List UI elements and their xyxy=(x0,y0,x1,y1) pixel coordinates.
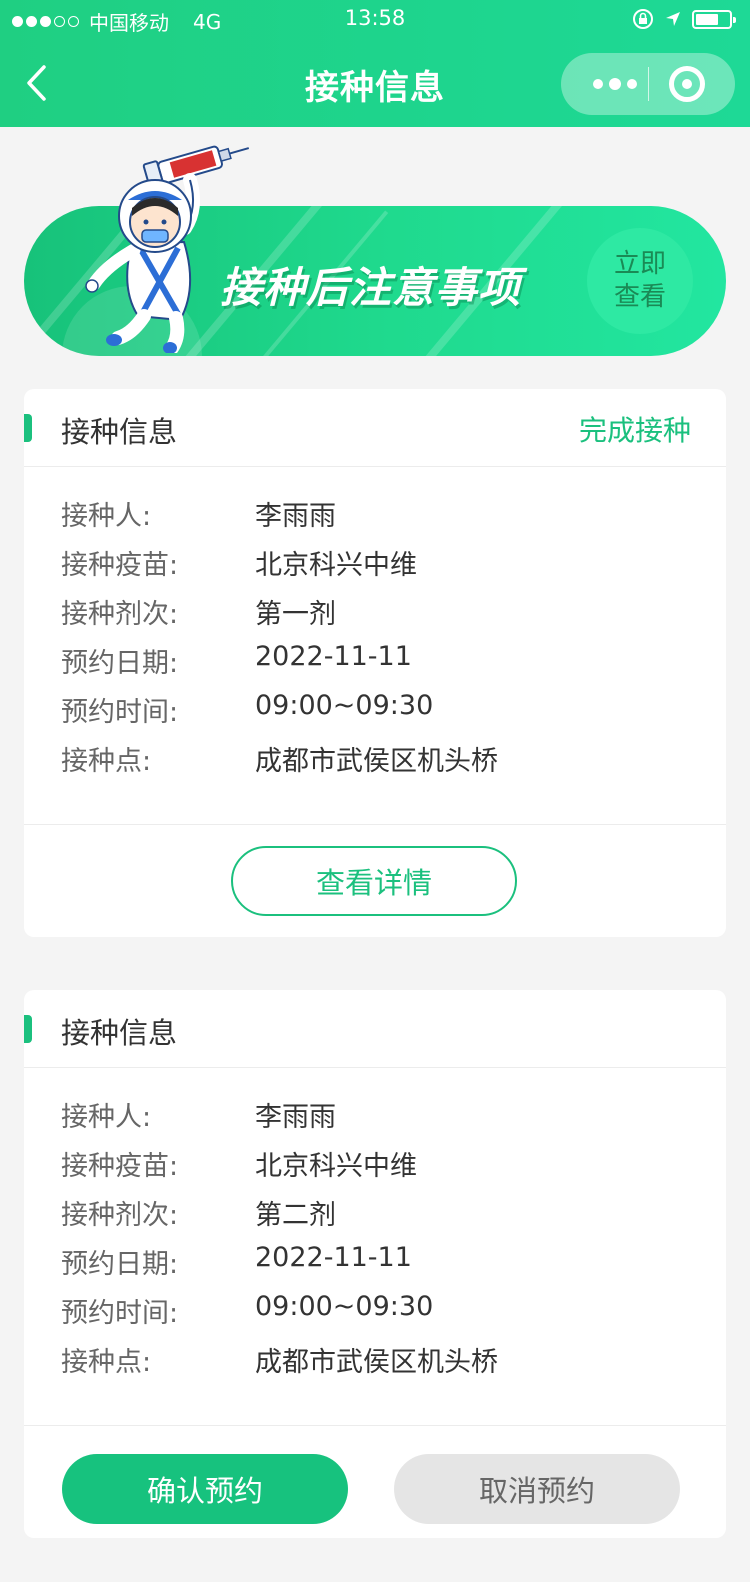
astronaut-illustration xyxy=(85,145,250,353)
card-title: 接种信息 xyxy=(61,415,178,449)
cancel-appointment-button[interactable]: 取消预约 xyxy=(394,1454,680,1524)
card-header: 接种信息 完成接种 xyxy=(24,389,726,467)
info-row-date: 预约日期: 2022-11-11 xyxy=(61,1242,726,1291)
info-row-vaccine: 接种疫苗: 北京科兴中维 xyxy=(61,543,726,592)
site-label: 接种点: xyxy=(61,746,152,777)
more-icon[interactable] xyxy=(585,53,645,115)
info-row-date: 预约日期: 2022-11-11 xyxy=(61,641,726,690)
rotation-lock-icon xyxy=(633,9,653,29)
dose-label: 接种剂次: xyxy=(61,599,179,630)
status-label: 完成接种 xyxy=(578,414,691,447)
time-value: 09:00~09:30 xyxy=(255,1291,434,1322)
info-row-dose: 接种剂次: 第一剂 xyxy=(61,592,726,641)
vaccine-value: 北京科兴中维 xyxy=(255,1151,417,1182)
info-row-vaccine: 接种疫苗: 北京科兴中维 xyxy=(61,1144,726,1193)
person-label: 接种人: xyxy=(61,1102,152,1133)
vaccination-card-2: 接种信息 接种人: 李雨雨 接种疫苗: 北京科兴中维 接种剂次: 第二剂 预约日… xyxy=(24,990,726,1538)
time-value: 09:00~09:30 xyxy=(255,690,434,721)
vaccine-label: 接种疫苗: xyxy=(61,1151,179,1182)
date-value: 2022-11-11 xyxy=(255,641,412,672)
miniprogram-capsule xyxy=(561,53,735,115)
view-details-button[interactable]: 查看详情 xyxy=(231,846,517,916)
time-label: 预约时间: xyxy=(61,1298,179,1329)
location-icon xyxy=(666,12,680,26)
info-row-dose: 接种剂次: 第二剂 xyxy=(61,1193,726,1242)
info-row-time: 预约时间: 09:00~09:30 xyxy=(61,1291,726,1340)
dose-value: 第二剂 xyxy=(255,1200,336,1231)
card-footer: 查看详情 xyxy=(24,825,726,937)
status-bar: 中国移动 4G 13:58 xyxy=(0,0,750,38)
header: 中国移动 4G 13:58 接种信息 xyxy=(0,0,750,127)
info-row-site: 接种点: 成都市武侯区机头桥 xyxy=(61,1340,726,1389)
close-miniprogram-icon[interactable] xyxy=(669,66,705,102)
info-row-person: 接种人: 李雨雨 xyxy=(61,494,726,543)
card-body: 接种人: 李雨雨 接种疫苗: 北京科兴中维 接种剂次: 第一剂 预约日期: 20… xyxy=(24,467,726,825)
info-row-person: 接种人: 李雨雨 xyxy=(61,1095,726,1144)
dose-label: 接种剂次: xyxy=(61,1200,179,1231)
vaccination-card-1: 接种信息 完成接种 接种人: 李雨雨 接种疫苗: 北京科兴中维 接种剂次: 第一… xyxy=(24,389,726,937)
vaccine-value: 北京科兴中维 xyxy=(255,550,417,581)
site-label: 接种点: xyxy=(61,1347,152,1378)
card-header-accent xyxy=(24,1015,32,1043)
card-header-accent xyxy=(24,414,32,442)
site-value: 成都市武侯区机头桥 xyxy=(255,1347,498,1378)
date-label: 预约日期: xyxy=(61,648,179,679)
date-value: 2022-11-11 xyxy=(255,1242,412,1273)
card-title: 接种信息 xyxy=(61,1016,178,1050)
date-label: 预约日期: xyxy=(61,1249,179,1280)
view-now-button[interactable]: 立即查看 xyxy=(587,228,693,334)
vaccine-label: 接种疫苗: xyxy=(61,550,179,581)
banner-title: 接种后注意事项 xyxy=(220,263,522,312)
person-value: 李雨雨 xyxy=(255,501,336,532)
time-label: 预约时间: xyxy=(61,697,179,728)
info-row-site: 接种点: 成都市武侯区机头桥 xyxy=(61,739,726,788)
person-label: 接种人: xyxy=(61,501,152,532)
card-footer: 确认预约 取消预约 xyxy=(24,1426,726,1538)
person-value: 李雨雨 xyxy=(255,1102,336,1133)
info-row-time: 预约时间: 09:00~09:30 xyxy=(61,690,726,739)
capsule-divider xyxy=(648,67,649,101)
battery-icon xyxy=(692,9,736,29)
status-right xyxy=(632,8,736,30)
confirm-appointment-button[interactable]: 确认预约 xyxy=(62,1454,348,1524)
card-body: 接种人: 李雨雨 接种疫苗: 北京科兴中维 接种剂次: 第二剂 预约日期: 20… xyxy=(24,1068,726,1426)
dose-value: 第一剂 xyxy=(255,599,336,630)
site-value: 成都市武侯区机头桥 xyxy=(255,746,498,777)
card-header: 接种信息 xyxy=(24,990,726,1068)
